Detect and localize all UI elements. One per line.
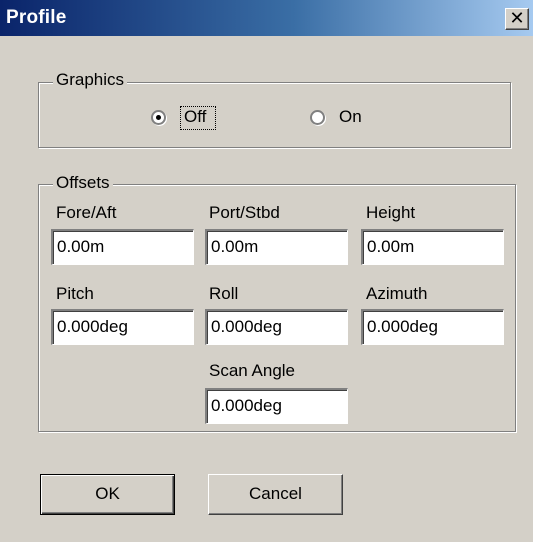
graphics-group [38, 82, 511, 148]
offsets-group-label: Offsets [53, 173, 113, 193]
height-input[interactable]: 0.00m [361, 229, 504, 265]
graphics-on-label[interactable]: On [339, 107, 362, 127]
cancel-button[interactable]: Cancel [208, 474, 343, 515]
graphics-off-label[interactable]: Off [184, 107, 206, 127]
profile-dialog: Profile ✕ Graphics Off On Offsets Fore/A… [0, 0, 533, 542]
radio-selected-dot [156, 115, 161, 120]
azimuth-input[interactable]: 0.000deg [361, 309, 504, 345]
height-label: Height [366, 203, 416, 222]
scan-angle-input[interactable]: 0.000deg [205, 388, 348, 424]
port-stbd-label: Port/Stbd [209, 203, 280, 222]
roll-label: Roll [209, 284, 239, 303]
graphics-on-radio[interactable] [310, 110, 325, 125]
graphics-group-label: Graphics [53, 70, 128, 90]
ok-button[interactable]: OK [40, 474, 175, 515]
pitch-input[interactable]: 0.000deg [51, 309, 194, 345]
pitch-label: Pitch [56, 284, 94, 303]
window-title: Profile [6, 7, 67, 28]
close-button[interactable]: ✕ [505, 8, 529, 30]
close-icon: ✕ [509, 8, 525, 28]
graphics-off-radio[interactable] [151, 110, 166, 125]
azimuth-label: Azimuth [366, 284, 428, 303]
scan-angle-label: Scan Angle [209, 361, 296, 380]
fore-aft-input[interactable]: 0.00m [51, 229, 194, 265]
port-stbd-input[interactable]: 0.00m [205, 229, 348, 265]
fore-aft-label: Fore/Aft [56, 203, 117, 222]
roll-input[interactable]: 0.000deg [205, 309, 348, 345]
title-bar[interactable]: Profile ✕ [0, 0, 533, 36]
